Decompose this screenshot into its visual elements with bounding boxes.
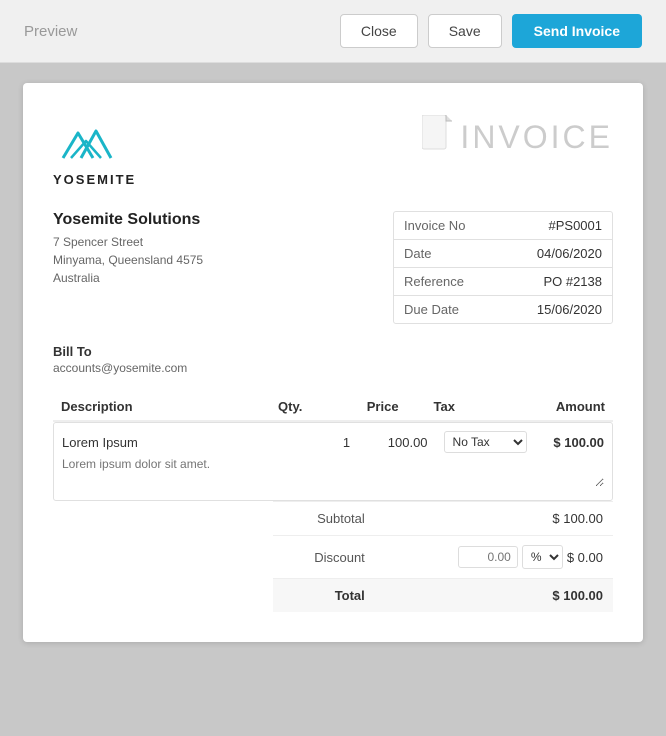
- discount-value-cell: % $ $ 0.00: [375, 536, 613, 579]
- discount-input[interactable]: [458, 546, 518, 568]
- item-inner-table: Lorem Ipsum 1 100.00 No Tax GST 10% VAT …: [54, 423, 612, 500]
- item-note-cell: [54, 457, 612, 500]
- action-buttons: Close Save Send Invoice: [340, 14, 642, 48]
- item-amount: $ 100.00: [535, 423, 612, 457]
- item-description-row: [54, 457, 612, 500]
- address-line-3: Australia: [53, 269, 203, 287]
- logo-area: YOSEMITE: [53, 113, 136, 187]
- table-header-row: Description Qty. Price Tax Amount: [53, 393, 613, 421]
- col-price: Price: [310, 393, 406, 421]
- save-button[interactable]: Save: [428, 14, 502, 48]
- items-area: Description Qty. Price Tax Amount Lorem …: [53, 393, 613, 501]
- item-tax: No Tax GST 10% VAT 20%: [436, 423, 535, 457]
- date-label: Date: [404, 246, 431, 261]
- discount-label: Discount: [273, 536, 375, 579]
- company-name: Yosemite Solutions: [53, 211, 203, 229]
- subtotal-row: Subtotal $ 100.00: [273, 502, 613, 536]
- invoice-no-label: Invoice No: [404, 218, 465, 233]
- reference-label: Reference: [404, 274, 464, 289]
- invoice-card: YOSEMITE INVOICE Yosemite Solutions 7 Sp…: [23, 83, 643, 642]
- item-note-input[interactable]: [62, 457, 604, 487]
- due-date-label: Due Date: [404, 302, 459, 317]
- invoice-meta-table: Invoice No #PS0001 Date 04/06/2020 Refer…: [393, 211, 613, 324]
- meta-row-reference: Reference PO #2138: [394, 268, 612, 296]
- company-info: Yosemite Solutions 7 Spencer Street Miny…: [53, 211, 203, 306]
- bill-to-email: accounts@yosemite.com: [53, 361, 613, 375]
- meta-row-date: Date 04/06/2020: [394, 240, 612, 268]
- invoice-header: YOSEMITE INVOICE: [53, 113, 613, 187]
- discount-controls: % $ $ 0.00: [385, 545, 603, 569]
- col-description: Description: [53, 393, 229, 421]
- date-value: 04/06/2020: [537, 246, 602, 261]
- subtotal-label: Subtotal: [273, 502, 375, 536]
- address-line-2: Minyama, Queensland 4575: [53, 251, 203, 269]
- item-price: 100.00: [358, 423, 435, 457]
- col-tax: Tax: [407, 393, 482, 421]
- item-row-wrapper: Lorem Ipsum 1 100.00 No Tax GST 10% VAT …: [53, 422, 613, 501]
- top-bar: Preview Close Save Send Invoice: [0, 0, 666, 63]
- invoice-no-value: #PS0001: [549, 218, 603, 233]
- discount-type-select[interactable]: % $: [522, 545, 563, 569]
- bill-to-label: Bill To: [53, 344, 613, 359]
- total-label: Total: [273, 579, 375, 613]
- subtotal-value: $ 100.00: [375, 502, 613, 536]
- reference-value: PO #2138: [543, 274, 602, 289]
- item-description: Lorem Ipsum: [54, 423, 315, 457]
- address-line-1: 7 Spencer Street: [53, 233, 203, 251]
- page-icon: [422, 115, 452, 151]
- logo-text: YOSEMITE: [53, 172, 136, 187]
- tax-select[interactable]: No Tax GST 10% VAT 20%: [444, 431, 527, 453]
- due-date-value: 15/06/2020: [537, 302, 602, 317]
- totals-section: Subtotal $ 100.00 Discount % $ $ 0.00: [53, 501, 613, 612]
- send-invoice-button[interactable]: Send Invoice: [512, 14, 642, 48]
- discount-amount: $ 0.00: [567, 550, 603, 565]
- meta-row-due-date: Due Date 15/06/2020: [394, 296, 612, 323]
- total-value: $ 100.00: [375, 579, 613, 613]
- items-table: Description Qty. Price Tax Amount: [53, 393, 613, 422]
- table-row: Lorem Ipsum 1 100.00 No Tax GST 10% VAT …: [54, 423, 612, 457]
- total-row: Total $ 100.00: [273, 579, 613, 613]
- close-button[interactable]: Close: [340, 14, 418, 48]
- totals-table: Subtotal $ 100.00 Discount % $ $ 0.00: [273, 501, 613, 612]
- col-qty: Qty.: [229, 393, 310, 421]
- meta-section: Yosemite Solutions 7 Spencer Street Miny…: [53, 211, 613, 324]
- yosemite-logo-icon: [53, 113, 123, 168]
- discount-row: Discount % $ $ 0.00: [273, 536, 613, 579]
- col-amount: Amount: [482, 393, 613, 421]
- meta-row-invoice-no: Invoice No #PS0001: [394, 212, 612, 240]
- invoice-title: INVOICE: [460, 119, 613, 156]
- item-qty: 1: [315, 423, 358, 457]
- bill-to-section: Bill To accounts@yosemite.com: [53, 344, 613, 375]
- page-title: Preview: [24, 23, 77, 40]
- invoice-title-area: INVOICE: [422, 113, 613, 156]
